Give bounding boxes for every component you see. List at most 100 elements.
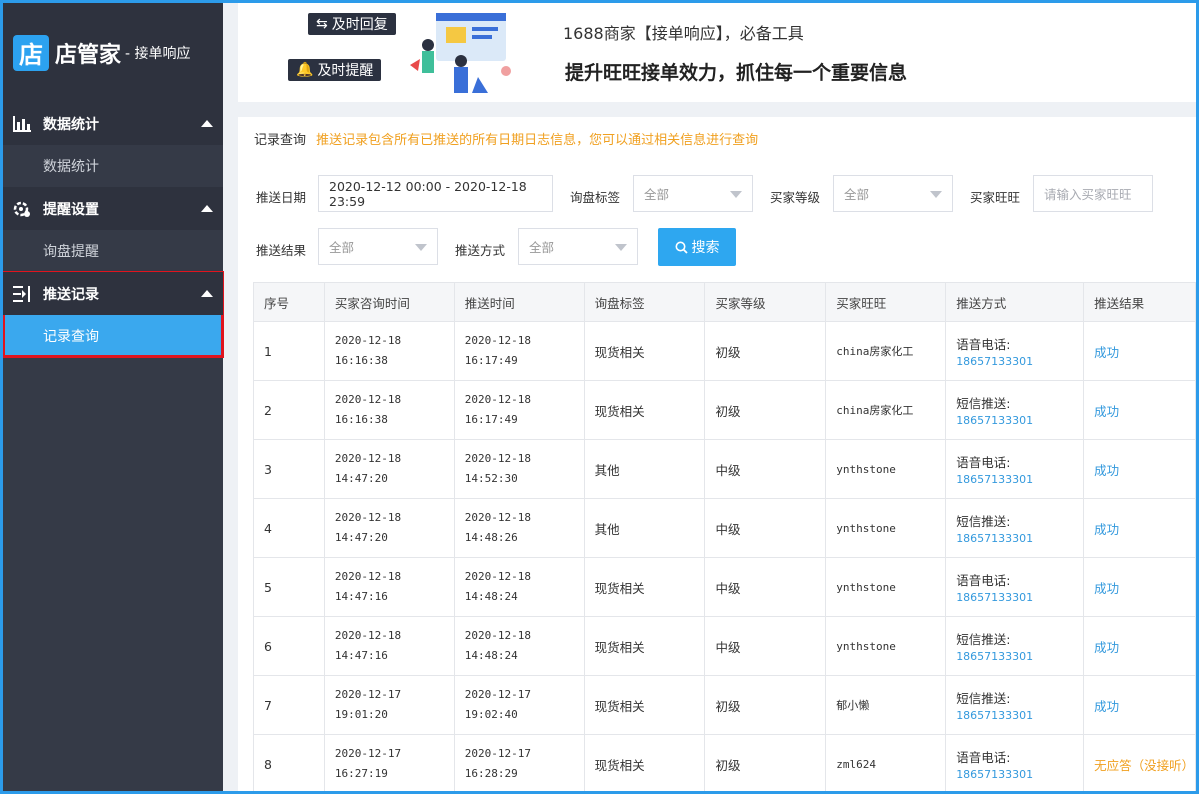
col-header: 推送方式	[945, 282, 1085, 322]
push-result-select[interactable]: 全部	[318, 228, 438, 265]
bell-icon: 🔔	[296, 62, 314, 78]
cell-ww: ynthstone	[825, 616, 947, 676]
ask-time: 14:47:20	[334, 531, 388, 544]
banner-illustration	[410, 13, 511, 93]
buyer-level-select[interactable]: 全部	[833, 175, 953, 212]
cell-method: 语音电话: 18657133301	[945, 734, 1085, 794]
phone-link[interactable]: 18657133301	[956, 473, 1083, 486]
inquiry-tag-label: 询盘标签	[570, 190, 621, 205]
buyer-ww-input[interactable]: 请输入买家旺旺	[1033, 175, 1153, 212]
phone-link[interactable]: 18657133301	[956, 591, 1083, 604]
page-title: 记录查询	[254, 133, 307, 148]
menu-head-stats[interactable]: 数据统计	[3, 102, 223, 145]
ask-time: 16:16:38	[334, 413, 388, 426]
cell-push-time: 2020-12-18 14:48:24	[453, 616, 585, 676]
phone-link[interactable]: 18657133301	[956, 355, 1083, 368]
ask-time: 19:01:20	[334, 708, 388, 721]
cell-method: 语音电话: 18657133301	[945, 557, 1085, 617]
menu-head-push-records[interactable]: 推送记录	[3, 272, 223, 315]
chevron-up-icon	[201, 290, 213, 297]
main-panel: 记录查询 推送记录包含所有已推送的所有日期日志信息，您可以通过相关信息进行查询 …	[238, 117, 1196, 794]
cell-push-time: 2020-12-18 14:48:24	[453, 557, 585, 617]
phone-link[interactable]: 18657133301	[956, 650, 1083, 663]
tag-reply: ⇆ 及时回复	[308, 13, 396, 35]
cell-no: 6	[253, 616, 325, 676]
page-tip: 推送记录包含所有已推送的所有日期日志信息，您可以通过相关信息进行查询	[316, 133, 759, 148]
date-range-input[interactable]: 2020-12-12 00:00 - 2020-12-18 23:59	[318, 175, 553, 212]
push-date: 2020-12-18	[464, 629, 532, 642]
ask-date: 2020-12-18	[334, 452, 402, 465]
sidebar: 店 店管家 - 接单响应 数据统计 数据统计 提醒设置 询盘提醒 推送记录 记录…	[2, 3, 224, 791]
cell-method: 语音电话: 18657133301	[945, 439, 1085, 499]
phone-link[interactable]: 18657133301	[956, 414, 1083, 427]
menu-group-stats: 数据统计 数据统计	[3, 102, 223, 187]
ask-date: 2020-12-18	[334, 393, 402, 406]
table-row: 2 2020-12-18 16:16:38 2020-12-18 16:17:49 现货相…	[253, 380, 1196, 440]
banner-headline: 1688商家【接单响应】，必备工具	[563, 24, 804, 43]
cell-ww: ynthstone	[825, 439, 947, 499]
result-status[interactable]: 成功	[1094, 463, 1119, 478]
cell-tag: 现货相关	[583, 321, 706, 381]
result-status[interactable]: 成功	[1094, 640, 1119, 655]
buyer-level-label: 买家等级	[770, 190, 821, 205]
cell-level: 中级	[704, 616, 827, 676]
table-row: 3 2020-12-18 14:47:20 2020-12-18 14:52:30 其他中…	[253, 439, 1196, 499]
result-status[interactable]: 成功	[1094, 404, 1119, 419]
push-time: 16:17:49	[464, 354, 518, 367]
result-status[interactable]: 成功	[1094, 522, 1119, 537]
result-status[interactable]: 无应答（没接听）	[1094, 758, 1194, 773]
menu-head-label: 数据统计	[43, 116, 99, 133]
phone-link[interactable]: 18657133301	[956, 709, 1083, 722]
cell-push-time: 2020-12-18 16:17:49	[453, 380, 585, 440]
gear-icon	[11, 199, 33, 219]
cell-result: 成功	[1083, 321, 1196, 381]
sidebar-item-record-query[interactable]: 记录查询	[3, 315, 223, 357]
banner-slogan: 提升旺旺接单效力，抓住每一个重要信息	[565, 62, 908, 84]
cell-no: 5	[253, 557, 325, 617]
ask-date: 2020-12-18	[334, 629, 402, 642]
method-label: 短信推送:	[956, 396, 1011, 411]
inquiry-tag-select[interactable]: 全部	[633, 175, 753, 212]
col-header: 推送时间	[453, 282, 585, 322]
result-status[interactable]: 成功	[1094, 345, 1119, 360]
cell-level: 初级	[704, 380, 827, 440]
cell-tag: 其他	[583, 498, 706, 558]
col-header: 买家旺旺	[825, 282, 947, 322]
cell-ask-time: 2020-12-17 16:27:19	[323, 734, 455, 794]
cell-no: 8	[253, 734, 325, 794]
ask-time: 14:47:16	[334, 649, 388, 662]
cell-method: 短信推送: 18657133301	[945, 616, 1085, 676]
table-row: 1 2020-12-18 16:16:38 2020-12-18 16:17:49 现货相…	[253, 321, 1196, 381]
cell-ww: ynthstone	[825, 498, 947, 558]
push-method-select[interactable]: 全部	[518, 228, 638, 265]
cell-tag: 现货相关	[583, 380, 706, 440]
cell-no: 1	[253, 321, 325, 381]
cell-push-time: 2020-12-17 19:02:40	[453, 675, 585, 735]
app-logo: 店 店管家 - 接单响应	[3, 3, 223, 102]
chevron-up-icon	[201, 205, 213, 212]
sidebar-item-inquiry-reminder[interactable]: 询盘提醒	[3, 230, 223, 272]
phone-link[interactable]: 18657133301	[956, 532, 1083, 545]
phone-link[interactable]: 18657133301	[956, 768, 1083, 781]
result-status[interactable]: 成功	[1094, 581, 1119, 596]
cell-level: 初级	[704, 734, 827, 794]
cell-result: 成功	[1083, 380, 1196, 440]
cell-level: 中级	[704, 439, 827, 499]
col-header: 买家等级	[704, 282, 827, 322]
menu-head-label: 提醒设置	[43, 201, 99, 218]
inquiry-tag-value: 全部	[644, 187, 670, 202]
push-method-label: 推送方式	[455, 243, 506, 258]
push-time: 16:17:49	[464, 413, 518, 426]
menu-head-reminder[interactable]: 提醒设置	[3, 187, 223, 230]
cell-ww: ynthstone	[825, 557, 947, 617]
push-date: 2020-12-17	[464, 688, 532, 701]
sidebar-item-data-stats[interactable]: 数据统计	[3, 145, 223, 187]
method-label: 语音电话:	[956, 455, 1011, 470]
search-button-label: 搜索	[691, 240, 720, 256]
breadcrumb: 记录查询 推送记录包含所有已推送的所有日期日志信息，您可以通过相关信息进行查询	[254, 129, 758, 148]
push-date: 2020-12-18	[464, 570, 532, 583]
ask-time: 14:47:16	[334, 590, 388, 603]
cell-tag: 现货相关	[583, 616, 706, 676]
search-button[interactable]: 搜索	[658, 228, 736, 266]
result-status[interactable]: 成功	[1094, 699, 1119, 714]
